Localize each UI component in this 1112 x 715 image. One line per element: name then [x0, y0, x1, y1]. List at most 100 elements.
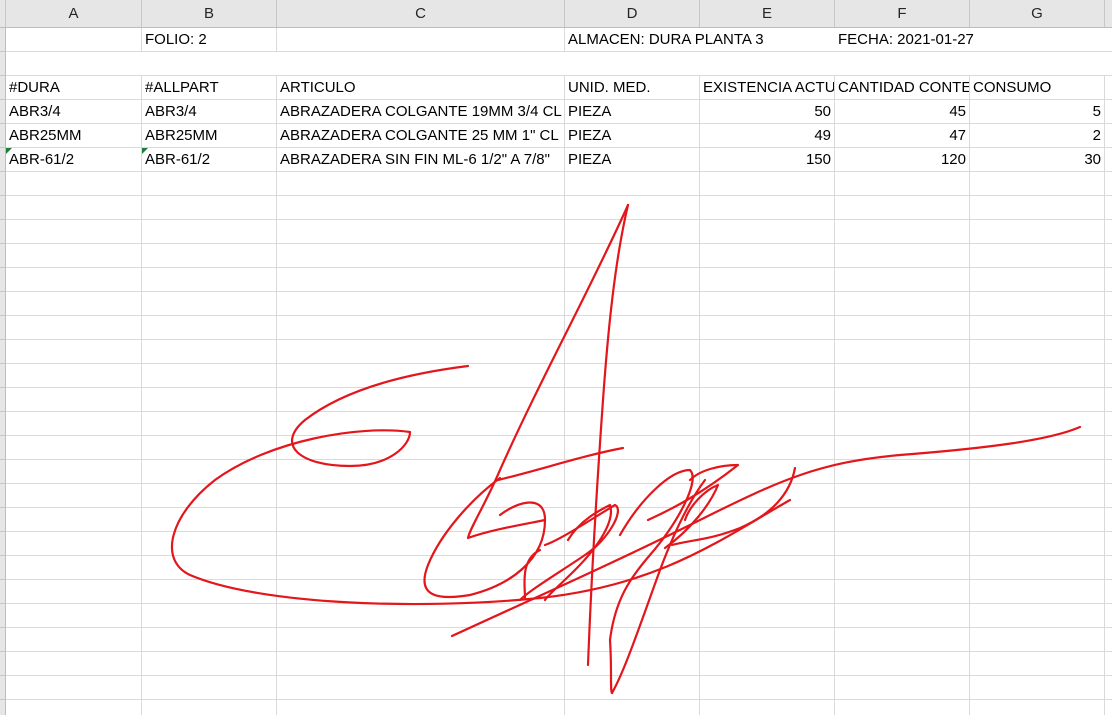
column-header-row: A B C D E F G	[0, 0, 1112, 28]
error-indicator-icon	[6, 148, 12, 154]
folio-cell[interactable]: FOLIO: 2	[142, 28, 277, 51]
row-header[interactable]	[0, 220, 6, 244]
cell-allpart[interactable]: ABR3/4	[142, 100, 277, 123]
row-header[interactable]	[0, 412, 6, 436]
column-header-b[interactable]: B	[142, 0, 277, 27]
cell-unid[interactable]: PIEZA	[565, 148, 700, 171]
row-header[interactable]	[0, 100, 6, 124]
empty-row	[6, 652, 1112, 676]
column-gridline	[699, 172, 700, 715]
almacen-cell[interactable]: ALMACEN: DURA PLANTA 3	[565, 28, 835, 51]
row-header[interactable]	[0, 76, 6, 100]
header-dura[interactable]: #DURA	[6, 76, 142, 99]
row-header[interactable]	[0, 532, 6, 556]
row-header[interactable]	[0, 148, 6, 172]
row-header[interactable]	[0, 580, 6, 604]
empty-row	[6, 532, 1112, 556]
cell-existencia[interactable]: 50	[700, 100, 835, 123]
cell-consumo[interactable]: 2	[970, 124, 1105, 147]
column-gridline	[141, 172, 142, 715]
column-header-g[interactable]: G	[970, 0, 1105, 27]
cell-cantidad[interactable]: 45	[835, 100, 970, 123]
cell-cantidad[interactable]: 120	[835, 148, 970, 171]
cell-dura[interactable]: ABR3/4	[6, 100, 142, 123]
column-header-c[interactable]: C	[277, 0, 565, 27]
header-cantidad[interactable]: CANTIDAD CONTE	[835, 76, 970, 99]
cell-consumo[interactable]: 30	[970, 148, 1105, 171]
row-header[interactable]	[0, 676, 6, 700]
cell-articulo[interactable]: ABRAZADERA SIN FIN ML-6 1/2" A 7/8"	[277, 148, 565, 171]
table-row: ABR25MM ABR25MM ABRAZADERA COLGANTE 25 M…	[6, 124, 1112, 148]
row-header[interactable]	[0, 508, 6, 532]
empty-row	[6, 700, 1112, 715]
header-articulo[interactable]: ARTICULO	[277, 76, 565, 99]
empty-row	[6, 268, 1112, 292]
cell-existencia[interactable]: 49	[700, 124, 835, 147]
row-header[interactable]	[0, 172, 6, 196]
cell-dura[interactable]: ABR-61/2	[6, 148, 142, 171]
column-header-a[interactable]: A	[6, 0, 142, 27]
row-header[interactable]	[0, 652, 6, 676]
column-gridline	[969, 172, 970, 715]
table-row: ABR3/4 ABR3/4 ABRAZADERA COLGANTE 19MM 3…	[6, 100, 1112, 124]
row-header[interactable]	[0, 28, 6, 52]
error-indicator-icon	[142, 148, 148, 154]
cell-articulo[interactable]: ABRAZADERA COLGANTE 19MM 3/4 CL	[277, 100, 565, 123]
row-header[interactable]	[0, 460, 6, 484]
header-allpart[interactable]: #ALLPART	[142, 76, 277, 99]
row-header[interactable]	[0, 484, 6, 508]
row-header[interactable]	[0, 388, 6, 412]
row-header[interactable]	[0, 244, 6, 268]
cell-unid[interactable]: PIEZA	[565, 100, 700, 123]
cell[interactable]	[277, 28, 565, 51]
empty-row	[6, 556, 1112, 580]
cell-dura-text: ABR-61/2	[9, 151, 75, 168]
empty-row	[6, 484, 1112, 508]
empty-row	[6, 676, 1112, 700]
column-header-f[interactable]: F	[835, 0, 970, 27]
row-header[interactable]	[0, 556, 6, 580]
column-gridline	[834, 172, 835, 715]
row-header[interactable]	[0, 604, 6, 628]
empty-row	[6, 340, 1112, 364]
row-header[interactable]	[0, 700, 6, 715]
table-row: FOLIO: 2 ALMACEN: DURA PLANTA 3 FECHA: 2…	[6, 28, 1112, 52]
row-header[interactable]	[0, 316, 6, 340]
row-header[interactable]	[0, 340, 6, 364]
row-header[interactable]	[0, 196, 6, 220]
fecha-cell[interactable]: FECHA: 2021-01-27	[835, 28, 1105, 51]
row-header[interactable]	[0, 364, 6, 388]
empty-row	[6, 364, 1112, 388]
empty-row	[6, 196, 1112, 220]
header-consumo[interactable]: CONSUMO	[970, 76, 1105, 99]
empty-row	[6, 508, 1112, 532]
empty-row	[6, 244, 1112, 268]
cell-cantidad[interactable]: 47	[835, 124, 970, 147]
column-gridline	[1104, 172, 1105, 715]
cell-dura[interactable]: ABR25MM	[6, 124, 142, 147]
row-header[interactable]	[0, 124, 6, 148]
empty-row	[6, 316, 1112, 340]
row-header[interactable]	[0, 52, 6, 76]
cell-consumo[interactable]: 5	[970, 100, 1105, 123]
cell-allpart[interactable]: ABR-61/2	[142, 148, 277, 171]
empty-row	[6, 604, 1112, 628]
row-header[interactable]	[0, 292, 6, 316]
cell-unid[interactable]: PIEZA	[565, 124, 700, 147]
row-header[interactable]	[0, 268, 6, 292]
header-existencia[interactable]: EXISTENCIA ACTU	[700, 76, 835, 99]
cell-existencia[interactable]: 150	[700, 148, 835, 171]
column-gridline	[276, 172, 277, 715]
header-unid-med[interactable]: UNID. MED.	[565, 76, 700, 99]
row-header[interactable]	[0, 436, 6, 460]
cell-articulo[interactable]: ABRAZADERA COLGANTE 25 MM 1" CL	[277, 124, 565, 147]
column-header-e[interactable]: E	[700, 0, 835, 27]
empty-row	[6, 460, 1112, 484]
empty-row	[6, 412, 1112, 436]
cell[interactable]	[6, 28, 142, 51]
cell-allpart[interactable]: ABR25MM	[142, 124, 277, 147]
spreadsheet: A B C D E F G FOLIO: 2 ALMACEN: DURA PLA…	[0, 0, 1112, 715]
empty-row	[6, 292, 1112, 316]
row-header[interactable]	[0, 628, 6, 652]
column-header-d[interactable]: D	[565, 0, 700, 27]
